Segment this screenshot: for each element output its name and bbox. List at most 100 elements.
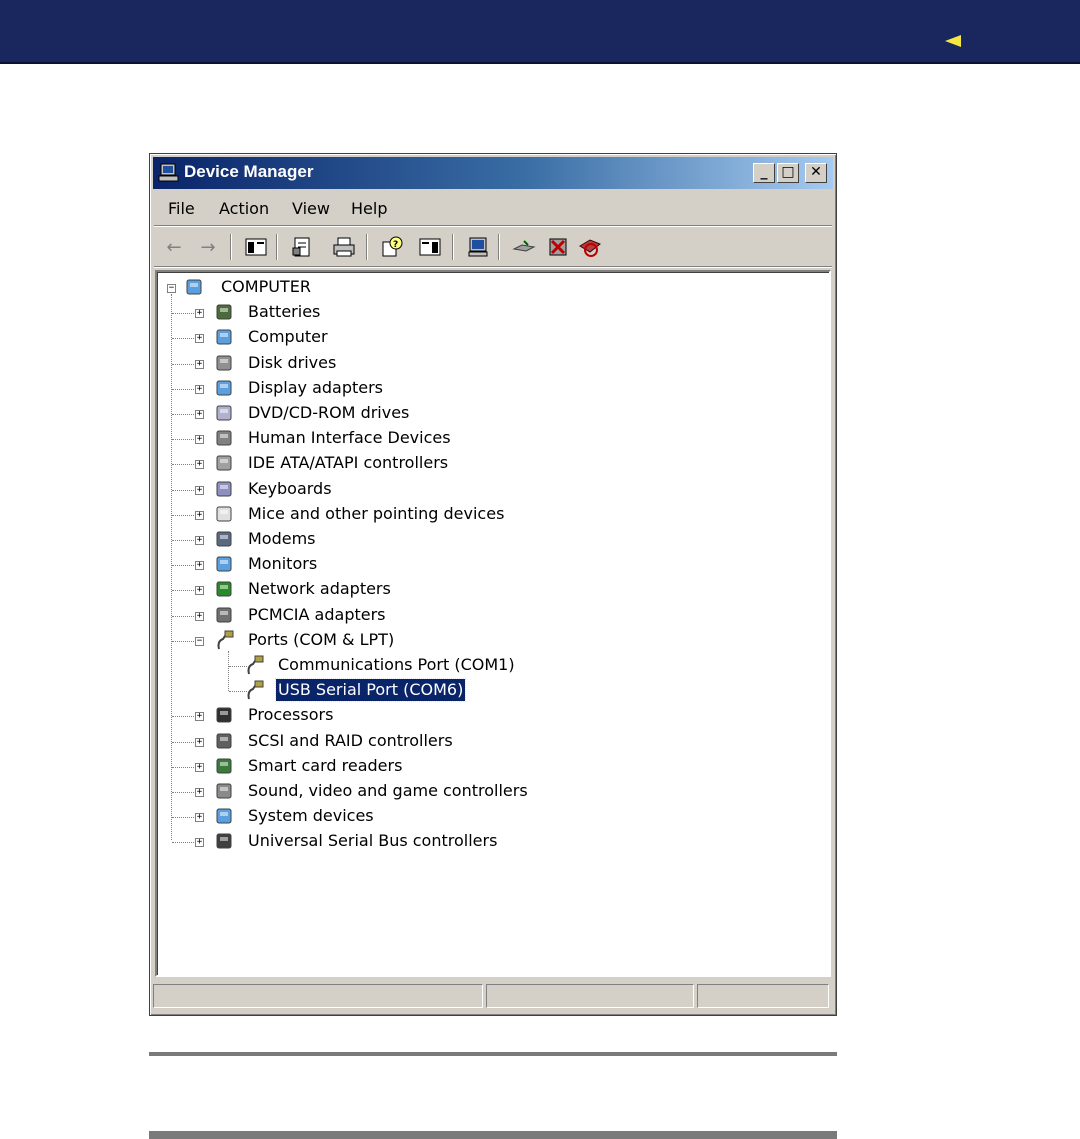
print-icon[interactable]	[330, 233, 358, 261]
top-banner	[0, 0, 1080, 64]
device-tree[interactable]: − COMPUTER + Batteries + Computer + Disk drives…	[155, 270, 831, 977]
tree-category[interactable]: Smart card readers	[246, 755, 404, 777]
expand-toggle[interactable]: +	[195, 359, 204, 369]
menu-bar: File Action View Help	[154, 193, 832, 223]
port-icon	[247, 655, 264, 675]
ide-controller-icon	[216, 455, 232, 471]
scsi-icon	[216, 733, 232, 749]
expand-toggle[interactable]: +	[195, 788, 204, 797]
tree-category[interactable]: Batteries	[246, 301, 322, 323]
expand-toggle[interactable]: +	[195, 510, 204, 520]
menu-divider	[154, 225, 832, 227]
disable-icon[interactable]	[576, 233, 604, 261]
expand-toggle[interactable]: +	[195, 561, 204, 571]
toolbar-separator	[366, 234, 368, 260]
minimize-button[interactable]: _	[753, 163, 775, 183]
menu-view[interactable]: View	[292, 199, 330, 218]
toolbar-divider	[154, 266, 832, 268]
tree-category[interactable]: Human Interface Devices	[246, 427, 453, 449]
maximize-button[interactable]: □	[777, 163, 799, 183]
tree-category[interactable]: Disk drives	[246, 352, 338, 374]
tree-category[interactable]: Processors	[246, 704, 335, 726]
expand-toggle[interactable]: +	[195, 460, 204, 470]
status-pane-2	[486, 984, 694, 1008]
tree-category[interactable]: Sound, video and game controllers	[246, 780, 530, 802]
pcmcia-icon	[216, 607, 232, 623]
tree-category[interactable]: Mice and other pointing devices	[246, 503, 506, 525]
scan-hardware-icon[interactable]	[464, 233, 492, 261]
disk-drive-icon	[216, 355, 232, 371]
help-icon[interactable]: ?	[378, 233, 406, 261]
toolbar-separator	[276, 234, 278, 260]
expand-toggle[interactable]: +	[195, 334, 204, 344]
menu-help[interactable]: Help	[351, 199, 387, 218]
expand-toggle[interactable]: +	[195, 712, 204, 722]
modem-icon	[216, 531, 232, 547]
back-triangle-icon[interactable]	[945, 35, 961, 47]
expand-toggle[interactable]: +	[195, 435, 204, 445]
port-icon	[247, 680, 264, 700]
expand-toggle[interactable]: +	[195, 611, 204, 621]
tree-category[interactable]: Ports (COM & LPT)	[246, 629, 396, 651]
cdrom-icon	[216, 405, 232, 421]
horizontal-rule	[149, 1131, 837, 1139]
device-manager-window: Device Manager _ □ ✕ File Action View He…	[149, 153, 837, 1016]
title-bar[interactable]: Device Manager _ □ ✕	[153, 157, 833, 189]
computer-icon	[216, 329, 232, 345]
sound-icon	[216, 783, 232, 799]
tree-category[interactable]: Computer	[246, 326, 330, 348]
action-pane-icon[interactable]	[416, 233, 444, 261]
tree-item-selected[interactable]: USB Serial Port (COM6)	[274, 678, 467, 703]
tree-category[interactable]: DVD/CD-ROM drives	[246, 402, 411, 424]
expand-toggle[interactable]: +	[195, 838, 204, 848]
expand-toggle[interactable]: +	[195, 586, 204, 596]
expand-toggle[interactable]: +	[195, 762, 204, 772]
back-arrow-icon[interactable]: ←	[160, 233, 188, 261]
display-adapter-icon	[216, 380, 232, 396]
status-bar	[153, 984, 833, 1010]
expand-toggle[interactable]: +	[195, 309, 204, 319]
show-hide-console-tree-icon[interactable]	[242, 233, 270, 261]
tree-category[interactable]: Modems	[246, 528, 318, 550]
tree-category[interactable]: SCSI and RAID controllers	[246, 730, 455, 752]
computer-icon	[158, 163, 179, 182]
tree-category[interactable]: PCMCIA adapters	[246, 604, 388, 626]
smart-card-icon	[216, 758, 232, 774]
tree-category[interactable]: Keyboards	[246, 478, 334, 500]
system-device-icon	[216, 808, 232, 824]
properties-icon[interactable]	[288, 233, 316, 261]
tree-category[interactable]: Network adapters	[246, 578, 393, 600]
forward-arrow-icon[interactable]: →	[194, 233, 222, 261]
tree-item[interactable]: Communications Port (COM1)	[276, 654, 517, 676]
tree-connector	[228, 650, 229, 692]
expand-toggle[interactable]: −	[195, 636, 204, 646]
horizontal-rule	[149, 1052, 837, 1056]
expand-toggle[interactable]: +	[195, 384, 204, 394]
tree-category[interactable]: Monitors	[246, 553, 319, 575]
update-driver-icon[interactable]	[510, 233, 538, 261]
tree-root-computer[interactable]: COMPUTER	[219, 276, 313, 298]
tree-category[interactable]: Display adapters	[246, 377, 385, 399]
tree-category[interactable]: Universal Serial Bus controllers	[246, 830, 499, 852]
toolbar-separator	[230, 234, 232, 260]
tree-connector	[171, 294, 172, 841]
expand-toggle[interactable]: +	[195, 813, 204, 823]
expand-toggle[interactable]: +	[195, 536, 204, 545]
tree-category[interactable]: System devices	[246, 805, 376, 827]
battery-icon	[216, 304, 232, 320]
expand-toggle[interactable]: +	[195, 737, 204, 747]
tree-category[interactable]: IDE ATA/ATAPI controllers	[246, 452, 450, 474]
menu-file[interactable]: File	[168, 199, 195, 218]
status-pane-3	[697, 984, 829, 1008]
close-button[interactable]: ✕	[805, 163, 827, 183]
keyboard-icon	[216, 481, 232, 497]
port-icon	[217, 630, 234, 650]
toolbar: ← → ?	[154, 228, 832, 266]
collapse-root-toggle[interactable]: −	[167, 284, 176, 293]
window-title: Device Manager	[184, 162, 314, 181]
uninstall-icon[interactable]	[544, 233, 572, 261]
expand-toggle[interactable]: +	[195, 410, 204, 419]
computer-icon	[186, 279, 202, 295]
menu-action[interactable]: Action	[219, 199, 269, 218]
expand-toggle[interactable]: +	[195, 485, 204, 495]
